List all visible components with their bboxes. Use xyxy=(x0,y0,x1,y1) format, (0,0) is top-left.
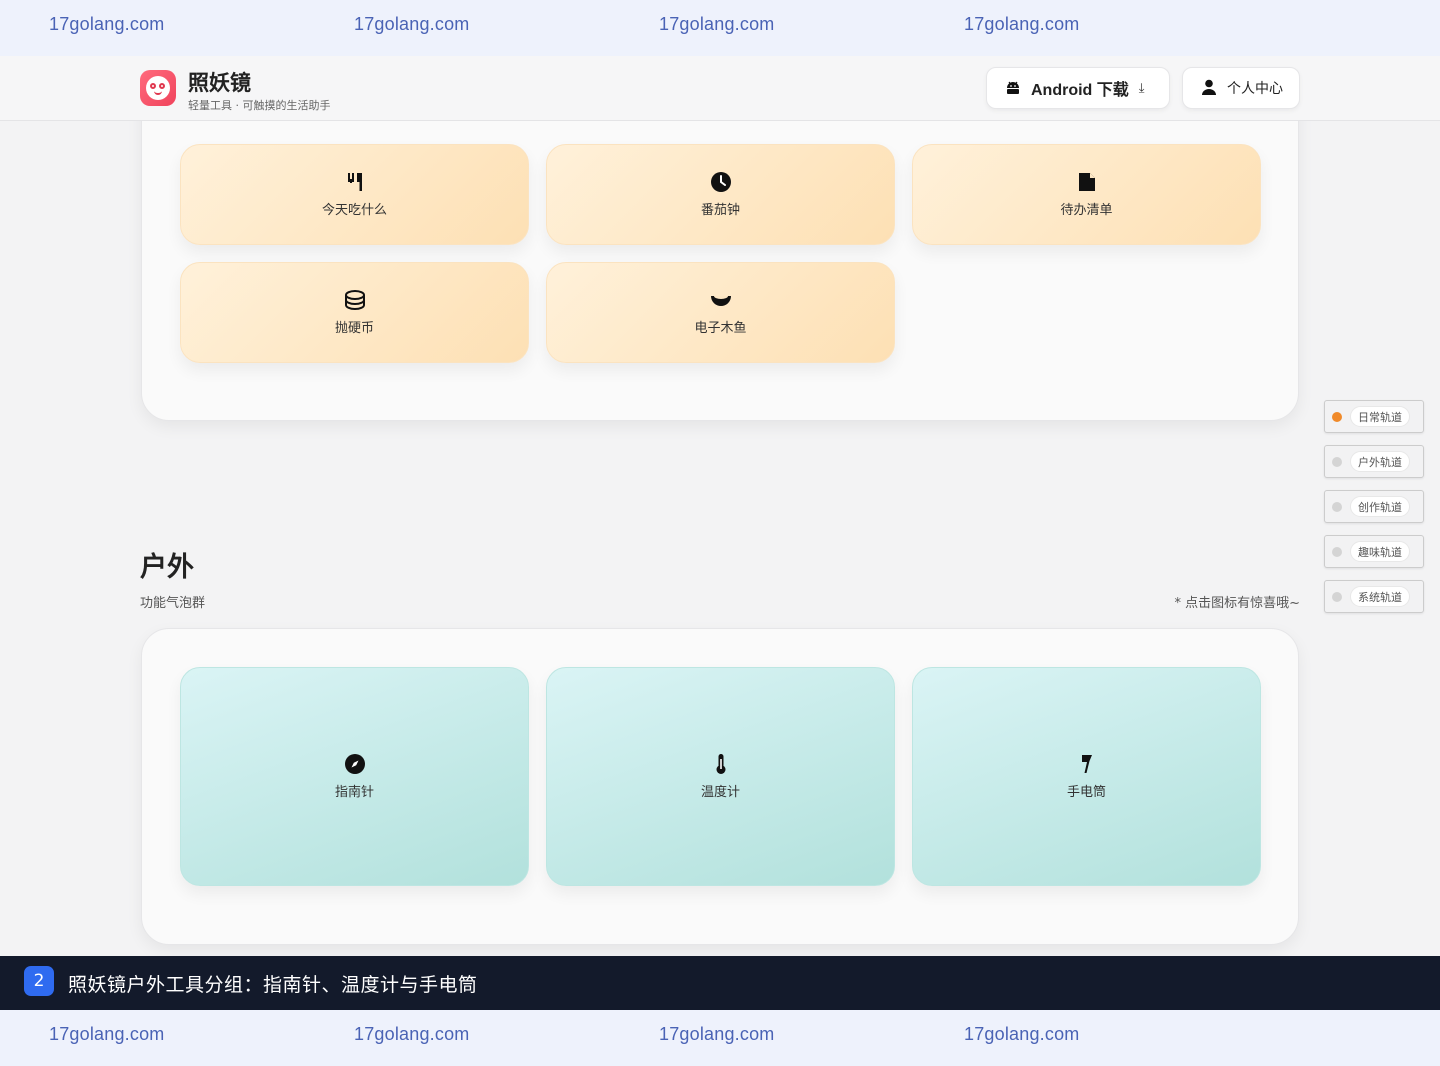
profile-center-label: 个人中心 xyxy=(1227,81,1283,97)
caption-text: 照妖镜户外工具分组：指南针、温度计与手电筒 xyxy=(68,973,478,996)
watermark-text: 17golang.com xyxy=(659,1024,775,1044)
side-nav-item-fun[interactable]: 趣味轨道 xyxy=(1324,535,1424,568)
watermark-text: 17golang.com xyxy=(49,14,165,34)
tool-label: 今天吃什么 xyxy=(321,203,387,218)
watermark-band-bottom: 17golang.com 17golang.com 17golang.com 1… xyxy=(0,1010,1440,1066)
side-nav-label: 创作轨道 xyxy=(1350,496,1410,517)
watermark-text: 17golang.com xyxy=(354,14,470,34)
side-nav-label: 户外轨道 xyxy=(1350,451,1410,472)
tool-card-wooden-fish[interactable]: 电子木鱼 xyxy=(546,262,895,363)
tool-label: 电子木鱼 xyxy=(694,321,747,336)
side-nav-label: 日常轨道 xyxy=(1350,406,1410,427)
side-nav-item-create[interactable]: 创作轨道 xyxy=(1324,490,1424,523)
watermark-text: 17golang.com xyxy=(659,14,775,34)
app-name[interactable]: 照妖镜 xyxy=(188,67,251,97)
nav-dot-indicator xyxy=(1332,546,1342,557)
tool-label: 指南针 xyxy=(334,785,374,800)
tool-card-todo[interactable]: 待办清单 xyxy=(912,144,1261,245)
compass-icon xyxy=(344,753,366,775)
section-hint: * 点击图标有惊喜哦~ xyxy=(1174,596,1300,611)
thermometer-icon xyxy=(710,753,732,775)
file-icon xyxy=(1076,171,1098,193)
wooden-fish-icon xyxy=(710,289,732,311)
watermark-text: 17golang.com xyxy=(964,14,1080,34)
section-title-outdoor: 户外 xyxy=(140,552,194,583)
tool-card-flashlight[interactable]: 手电筒 xyxy=(912,667,1261,886)
side-nav-item-outdoor[interactable]: 户外轨道 xyxy=(1324,445,1424,478)
watermark-text: 17golang.com xyxy=(964,1024,1080,1044)
profile-center-button[interactable]: 个人中心 xyxy=(1182,67,1300,109)
tool-label: 温度计 xyxy=(700,785,740,800)
side-nav-item-daily[interactable]: 日常轨道 xyxy=(1324,400,1424,433)
daily-tools-panel: 今天吃什么 番茄钟 待办清单 抛硬币 电子木鱼 xyxy=(141,70,1299,421)
user-icon xyxy=(1201,79,1219,97)
tool-label: 待办清单 xyxy=(1060,203,1113,218)
android-download-button[interactable]: Android 下载 ⤓ xyxy=(986,67,1170,109)
nav-dot-indicator xyxy=(1332,456,1342,467)
download-icon: ⤓ xyxy=(1138,80,1145,96)
tool-card-compass[interactable]: 指南针 xyxy=(180,667,529,886)
side-nav-item-system[interactable]: 系统轨道 xyxy=(1324,580,1424,613)
nav-dot-indicator xyxy=(1332,411,1342,422)
tool-card-thermometer[interactable]: 温度计 xyxy=(546,667,895,886)
caption-number-badge: 2 xyxy=(24,966,54,996)
section-subtitle: 功能气泡群 xyxy=(140,596,206,611)
utensils-icon xyxy=(344,171,366,193)
clock-icon xyxy=(710,171,732,193)
tool-label: 抛硬币 xyxy=(334,321,374,336)
watermark-band-top: 17golang.com 17golang.com 17golang.com 1… xyxy=(0,0,1440,56)
tool-card-pomodoro[interactable]: 番茄钟 xyxy=(546,144,895,245)
app-header: 照妖镜 轻量工具 · 可触摸的生活助手 Android 下载 ⤓ 个人中心 xyxy=(0,56,1440,121)
tool-label: 番茄钟 xyxy=(700,203,740,218)
nav-dot-indicator xyxy=(1332,591,1342,602)
side-nav-label: 趣味轨道 xyxy=(1350,541,1410,562)
caption-bar: 2 照妖镜户外工具分组：指南针、温度计与手电筒 xyxy=(0,956,1440,1010)
outdoor-tools-panel: 指南针 温度计 手电筒 xyxy=(141,628,1299,945)
app-tagline: 轻量工具 · 可触摸的生活助手 xyxy=(188,99,331,112)
watermark-text: 17golang.com xyxy=(49,1024,165,1044)
tool-card-what-to-eat[interactable]: 今天吃什么 xyxy=(180,144,529,245)
app-logo-icon[interactable] xyxy=(140,70,176,106)
nav-dot-indicator xyxy=(1332,501,1342,512)
tool-label: 手电筒 xyxy=(1066,785,1106,800)
watermark-text: 17golang.com xyxy=(354,1024,470,1044)
flashlight-icon xyxy=(1076,753,1098,775)
android-icon xyxy=(1005,79,1023,97)
tool-card-coin-flip[interactable]: 抛硬币 xyxy=(180,262,529,363)
coin-stack-icon xyxy=(344,289,366,311)
android-download-label: Android 下载 xyxy=(1031,82,1129,99)
side-nav-label: 系统轨道 xyxy=(1350,586,1410,607)
